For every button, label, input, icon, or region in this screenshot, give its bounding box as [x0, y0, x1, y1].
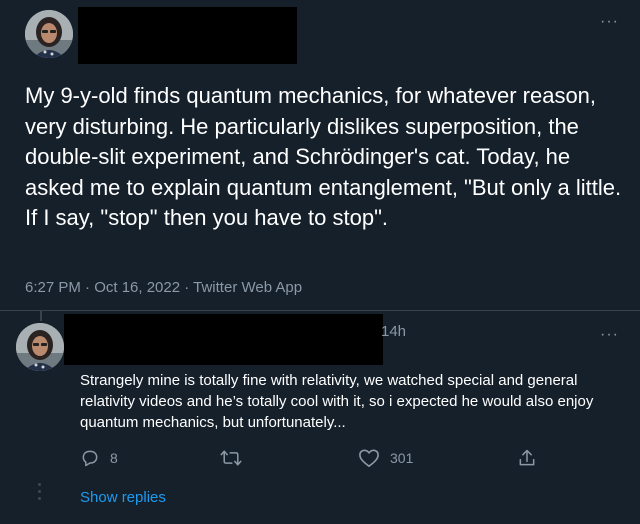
- author-avatar[interactable]: [25, 10, 73, 58]
- reply-tweet[interactable]: 14h ··· Strangely mine is totally fine w…: [0, 311, 640, 524]
- redacted-reply-author-name: [64, 314, 383, 365]
- like-count: 301: [390, 450, 414, 466]
- reply-author-avatar[interactable]: [16, 323, 64, 371]
- retweet-action[interactable]: [220, 448, 252, 468]
- avatar-photo: [25, 10, 73, 58]
- main-tweet: ··· My 9-y-old finds quantum mechanics, …: [0, 0, 640, 310]
- reply-text: Strangely mine is totally fine with rela…: [80, 372, 594, 431]
- thread-dots: [38, 483, 42, 504]
- reply-time[interactable]: 14h: [381, 323, 406, 340]
- tweet-text: My 9-y-old finds quantum mechanics, for …: [25, 83, 628, 230]
- reply-action[interactable]: 8: [80, 448, 118, 468]
- share-action[interactable]: [517, 448, 537, 468]
- show-replies-link[interactable]: Show replies: [80, 489, 166, 506]
- avatar-photo: [16, 323, 64, 371]
- reply-more-options-button[interactable]: ···: [600, 327, 619, 343]
- share-icon: [519, 449, 535, 466]
- retweet-icon: [220, 450, 242, 466]
- thread-connector-line: [40, 311, 42, 321]
- heart-icon: [359, 449, 379, 467]
- like-action[interactable]: 301: [358, 448, 413, 468]
- reply-icon: [82, 450, 98, 467]
- redacted-author-name: [78, 7, 297, 64]
- reply-count: 8: [110, 450, 118, 466]
- more-options-button[interactable]: ···: [600, 14, 619, 30]
- tweet-timestamp[interactable]: 6:27 PM · Oct 16, 2022 · Twitter Web App: [25, 279, 302, 296]
